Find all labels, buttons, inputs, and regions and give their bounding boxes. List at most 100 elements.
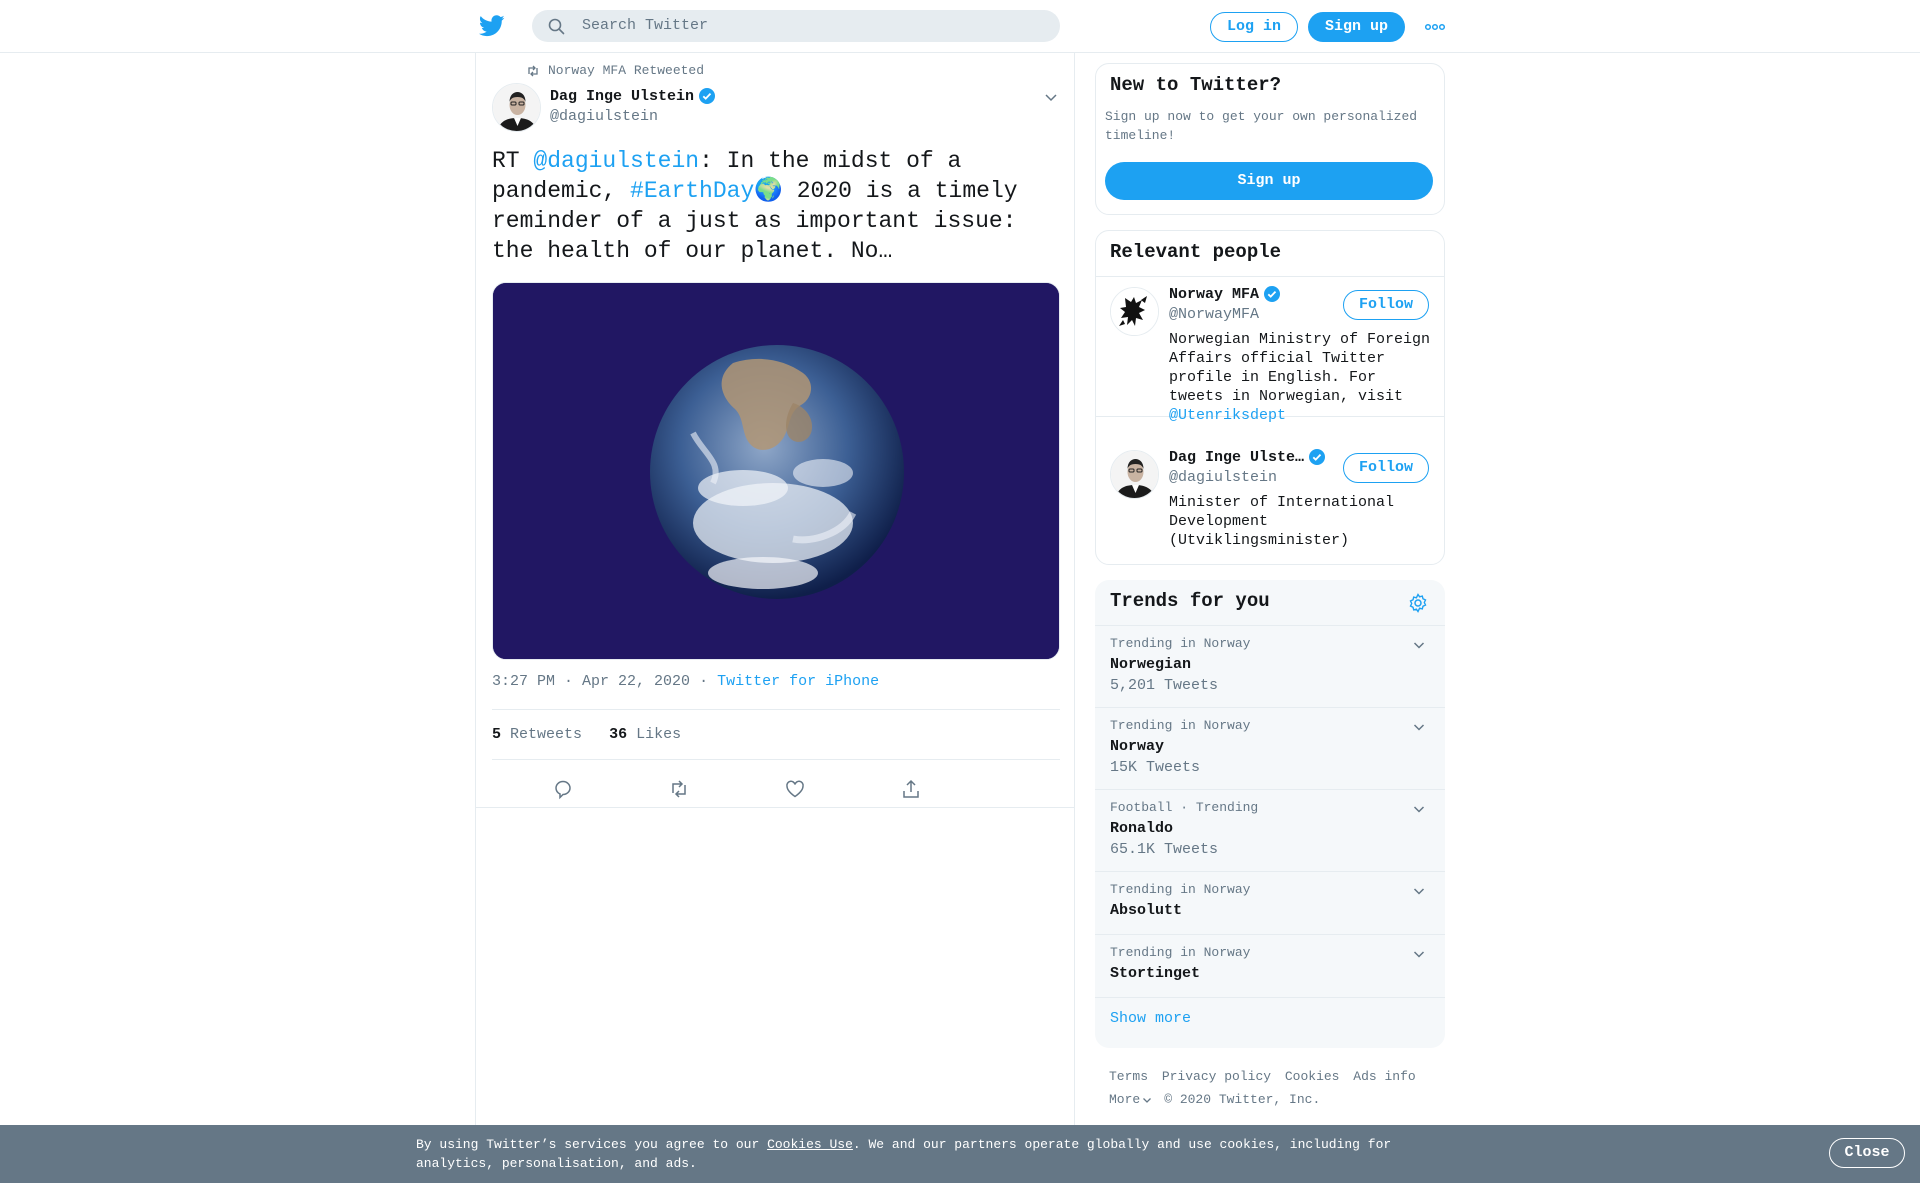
- person-name-text[interactable]: Norway MFA: [1169, 286, 1259, 303]
- relevant-people-header: Relevant people: [1096, 231, 1444, 277]
- person-bio: Minister of International Development (U…: [1169, 494, 1395, 549]
- trend-item[interactable]: Trending in Norway Stortinget: [1095, 935, 1445, 998]
- search-input[interactable]: Search Twitter: [582, 17, 708, 34]
- earth-emoji-icon: 🌍: [754, 178, 783, 204]
- trend-name[interactable]: Stortinget: [1110, 965, 1200, 982]
- trend-meta: Trending in Norway: [1110, 882, 1251, 897]
- chevron-down-icon[interactable]: [1412, 720, 1426, 734]
- new-to-twitter-card: New to Twitter? Sign up now to get your …: [1095, 63, 1445, 215]
- tweet-stats: 5 Retweets 36 Likes: [492, 709, 1060, 760]
- norway-mfa-avatar[interactable]: [1110, 287, 1159, 336]
- footer-link-ads-info[interactable]: Ads info: [1353, 1069, 1415, 1084]
- show-more-link[interactable]: Show more: [1110, 1010, 1191, 1027]
- trends-title: Trends for you: [1110, 590, 1270, 612]
- trends-card: Trends for you Trending in Norway Norweg…: [1095, 580, 1445, 1048]
- twitter-logo-icon[interactable]: [479, 15, 505, 37]
- trend-item[interactable]: Trending in Norway Norwegian 5,201 Tweet…: [1095, 626, 1445, 708]
- trend-item[interactable]: Trending in Norway Absolutt: [1095, 872, 1445, 935]
- retweet-small-icon: [526, 65, 540, 77]
- footer-link-privacy[interactable]: Privacy policy: [1162, 1069, 1271, 1084]
- tweet-text: RT @dagiulstein: In the midst of a pande…: [492, 146, 1052, 266]
- mention-link[interactable]: @dagiulstein: [533, 148, 699, 174]
- cookie-banner-text: By using Twitter’s services you agree to…: [416, 1135, 1396, 1173]
- trend-meta: Trending in Norway: [1110, 945, 1251, 960]
- likes-label[interactable]: Likes: [636, 726, 681, 743]
- gear-icon[interactable]: [1408, 593, 1428, 613]
- search-icon: [548, 18, 565, 35]
- retweet-context: Norway MFA Retweeted: [526, 63, 704, 78]
- likes-count[interactable]: 36: [609, 726, 627, 743]
- trends-header: Trends for you: [1095, 580, 1445, 626]
- like-icon[interactable]: [784, 778, 806, 800]
- tweet-text-prefix: RT: [492, 148, 534, 174]
- person-bio: Norwegian Ministry of Foreign Affairs of…: [1169, 330, 1434, 425]
- retweets-count[interactable]: 5: [492, 726, 501, 743]
- tweet-media-earth-image[interactable]: [492, 282, 1060, 660]
- verified-badge-icon: [698, 87, 716, 105]
- verified-badge-icon: [1263, 285, 1281, 303]
- login-button[interactable]: Log in: [1210, 12, 1298, 42]
- chevron-down-icon[interactable]: [1412, 638, 1426, 652]
- person-card-norway-mfa[interactable]: Norway MFA @NorwayMFA Follow Norwegian M…: [1096, 277, 1444, 424]
- close-button[interactable]: Close: [1829, 1138, 1905, 1168]
- footer-more-link[interactable]: More: [1109, 1088, 1140, 1111]
- tweet-timestamp[interactable]: 3:27 PM · Apr 22, 2020: [492, 673, 690, 690]
- more-dots-icon[interactable]: [1424, 17, 1446, 37]
- footer-link-terms[interactable]: Terms: [1109, 1069, 1148, 1084]
- person-name[interactable]: Dag Inge Ulste…: [1169, 448, 1326, 466]
- cookie-text-before: By using Twitter’s services you agree to…: [416, 1137, 768, 1152]
- signup-button[interactable]: Sign up: [1308, 12, 1405, 42]
- person-name[interactable]: Norway MFA: [1169, 285, 1281, 303]
- hashtag-link[interactable]: #EarthDay: [630, 178, 754, 204]
- chevron-down-icon[interactable]: [1412, 884, 1426, 898]
- new-to-twitter-description: Sign up now to get your own personalized…: [1105, 109, 1418, 143]
- copyright-text: © 2020 Twitter, Inc.: [1164, 1092, 1321, 1107]
- trend-count: 15K Tweets: [1110, 759, 1201, 776]
- footer-link-cookies[interactable]: Cookies: [1285, 1069, 1340, 1084]
- trend-item[interactable]: Trending in Norway Norway 15K Tweets: [1095, 708, 1445, 790]
- verified-badge-icon: [1308, 448, 1326, 466]
- tweet-column: Norway MFA Retweeted Dag Inge Ulstein @d…: [475, 53, 1075, 1125]
- reply-icon[interactable]: [552, 778, 574, 800]
- tweet-source-link[interactable]: Twitter for iPhone: [717, 673, 879, 690]
- retweet-icon[interactable]: [668, 778, 690, 800]
- chevron-down-icon[interactable]: [1043, 89, 1059, 105]
- author-handle[interactable]: @dagiulstein: [550, 108, 658, 125]
- author-avatar[interactable]: [492, 83, 541, 132]
- chevron-down-icon[interactable]: [1142, 1095, 1152, 1105]
- share-icon[interactable]: [900, 778, 922, 800]
- bio-mention-link[interactable]: @Utenriksdept: [1169, 407, 1286, 424]
- dag-inge-ulstein-avatar[interactable]: [1110, 450, 1159, 499]
- trend-name[interactable]: Norway: [1110, 738, 1164, 755]
- retweeted-by-text: Norway MFA Retweeted: [548, 63, 705, 78]
- cookie-banner: By using Twitter’s services you agree to…: [0, 1125, 1920, 1183]
- person-bio-text: Norwegian Ministry of Foreign Affairs of…: [1169, 331, 1431, 405]
- trend-item[interactable]: Football · Trending Ronaldo 65.1K Tweets: [1095, 790, 1445, 872]
- tweet-divider: [476, 807, 1074, 808]
- retweets-label[interactable]: Retweets: [510, 726, 582, 743]
- follow-button[interactable]: Follow: [1343, 290, 1429, 320]
- author-name-text[interactable]: Dag Inge Ulstein: [550, 88, 694, 105]
- follow-button[interactable]: Follow: [1343, 453, 1429, 483]
- chevron-down-icon[interactable]: [1412, 947, 1426, 961]
- trend-meta: Trending in Norway: [1110, 718, 1251, 733]
- top-header: Search Twitter Log in Sign up: [0, 0, 1920, 53]
- trend-name[interactable]: Ronaldo: [1110, 820, 1173, 837]
- sidebar-signup-button[interactable]: Sign up: [1105, 162, 1433, 200]
- meta-separator: ·: [699, 673, 709, 690]
- chevron-down-icon[interactable]: [1412, 802, 1426, 816]
- trend-count: 5,201 Tweets: [1110, 677, 1219, 694]
- person-handle[interactable]: @dagiulstein: [1169, 469, 1277, 486]
- new-to-twitter-title: New to Twitter?: [1110, 74, 1282, 96]
- cookies-use-link[interactable]: Cookies Use: [767, 1137, 853, 1152]
- relevant-people-card: Relevant people Norway MFA @NorwayMFA Fo…: [1095, 230, 1445, 565]
- trend-meta: Football · Trending: [1110, 800, 1259, 815]
- person-handle[interactable]: @NorwayMFA: [1169, 306, 1259, 323]
- search-bar[interactable]: Search Twitter: [532, 10, 1060, 42]
- author-name[interactable]: Dag Inge Ulstein: [550, 87, 716, 105]
- person-card-dag-inge-ulstein[interactable]: Dag Inge Ulste… @dagiulstein Follow Mini…: [1096, 440, 1444, 560]
- person-name-text[interactable]: Dag Inge Ulste…: [1169, 449, 1304, 466]
- trend-meta: Trending in Norway: [1110, 636, 1251, 651]
- trend-name[interactable]: Absolutt: [1110, 902, 1182, 919]
- trend-name[interactable]: Norwegian: [1110, 656, 1191, 673]
